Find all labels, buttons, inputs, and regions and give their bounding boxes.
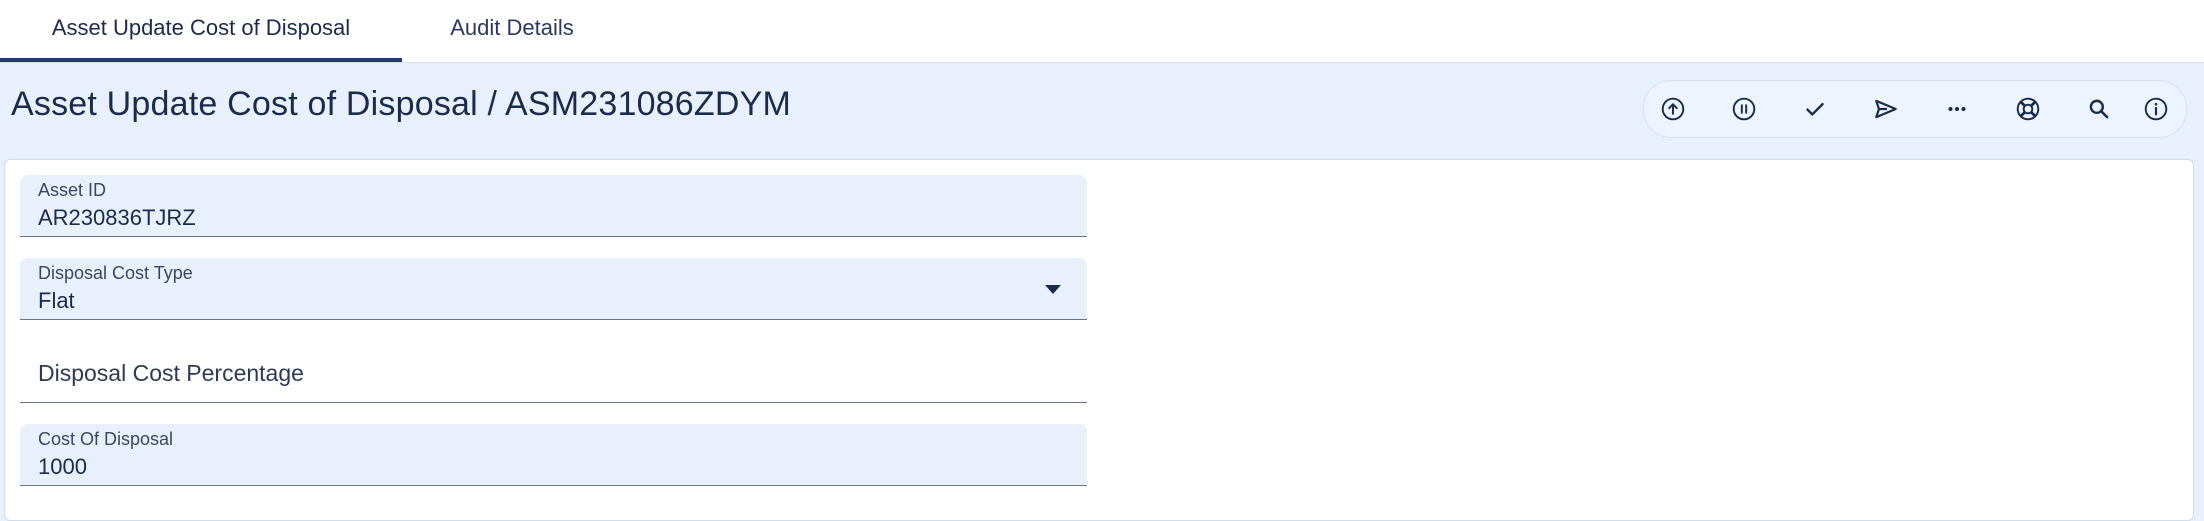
tab-label: Audit Details [450,15,574,40]
disposal-cost-type-value: Flat [38,288,75,313]
dropdown-arrow-icon[interactable] [1045,285,1061,294]
more-icon [1948,106,1966,112]
page-title: Asset Update Cost of Disposal / ASM23108… [11,85,792,123]
tab-audit-details[interactable]: Audit Details [402,0,622,62]
pause-icon [1732,97,1756,121]
pause-button[interactable] [1725,90,1763,128]
tab-asset-update-cost-of-disposal[interactable]: Asset Update Cost of Disposal [0,0,402,62]
page-header: Asset Update Cost of Disposal / ASM23108… [0,63,2204,147]
disposal-cost-type-select[interactable]: Disposal Cost Type Flat [20,258,1087,320]
tab-bar: Asset Update Cost of Disposal Audit Deta… [0,0,2204,63]
cost-of-disposal-label: Cost Of Disposal [38,429,174,449]
upload-button[interactable] [1654,90,1692,128]
active-tab-indicator [0,58,402,62]
asset-id-value: AR230836TJRZ [38,205,196,230]
search-button[interactable] [2080,90,2118,128]
lifebuoy-icon [2016,97,2040,121]
approve-button[interactable] [1796,90,1834,128]
send-icon [1875,99,1897,119]
action-toolbar [1643,80,2187,138]
cost-of-disposal-value: 1000 [38,454,87,479]
check-icon [1806,102,1824,116]
cost-of-disposal-field[interactable]: Cost Of Disposal 1000 [20,424,1087,486]
disposal-cost-percentage-field[interactable]: Disposal Cost Percentage [20,341,1087,403]
support-button[interactable] [2009,90,2047,128]
send-button[interactable] [1867,90,1905,128]
asset-id-field[interactable]: Asset ID AR230836TJRZ [20,175,1087,237]
search-icon [2089,99,2109,119]
asset-id-label: Asset ID [38,180,107,200]
form-card: Asset ID AR230836TJRZ Disposal Cost Type… [4,159,2194,521]
upload-icon [1661,97,1685,121]
info-button[interactable] [2137,90,2175,128]
tab-label: Asset Update Cost of Disposal [51,15,351,40]
disposal-cost-type-label: Disposal Cost Type [38,263,193,283]
more-options-button[interactable] [1938,90,1976,128]
disposal-cost-percentage-label: Disposal Cost Percentage [38,360,304,386]
info-icon [2144,97,2168,121]
